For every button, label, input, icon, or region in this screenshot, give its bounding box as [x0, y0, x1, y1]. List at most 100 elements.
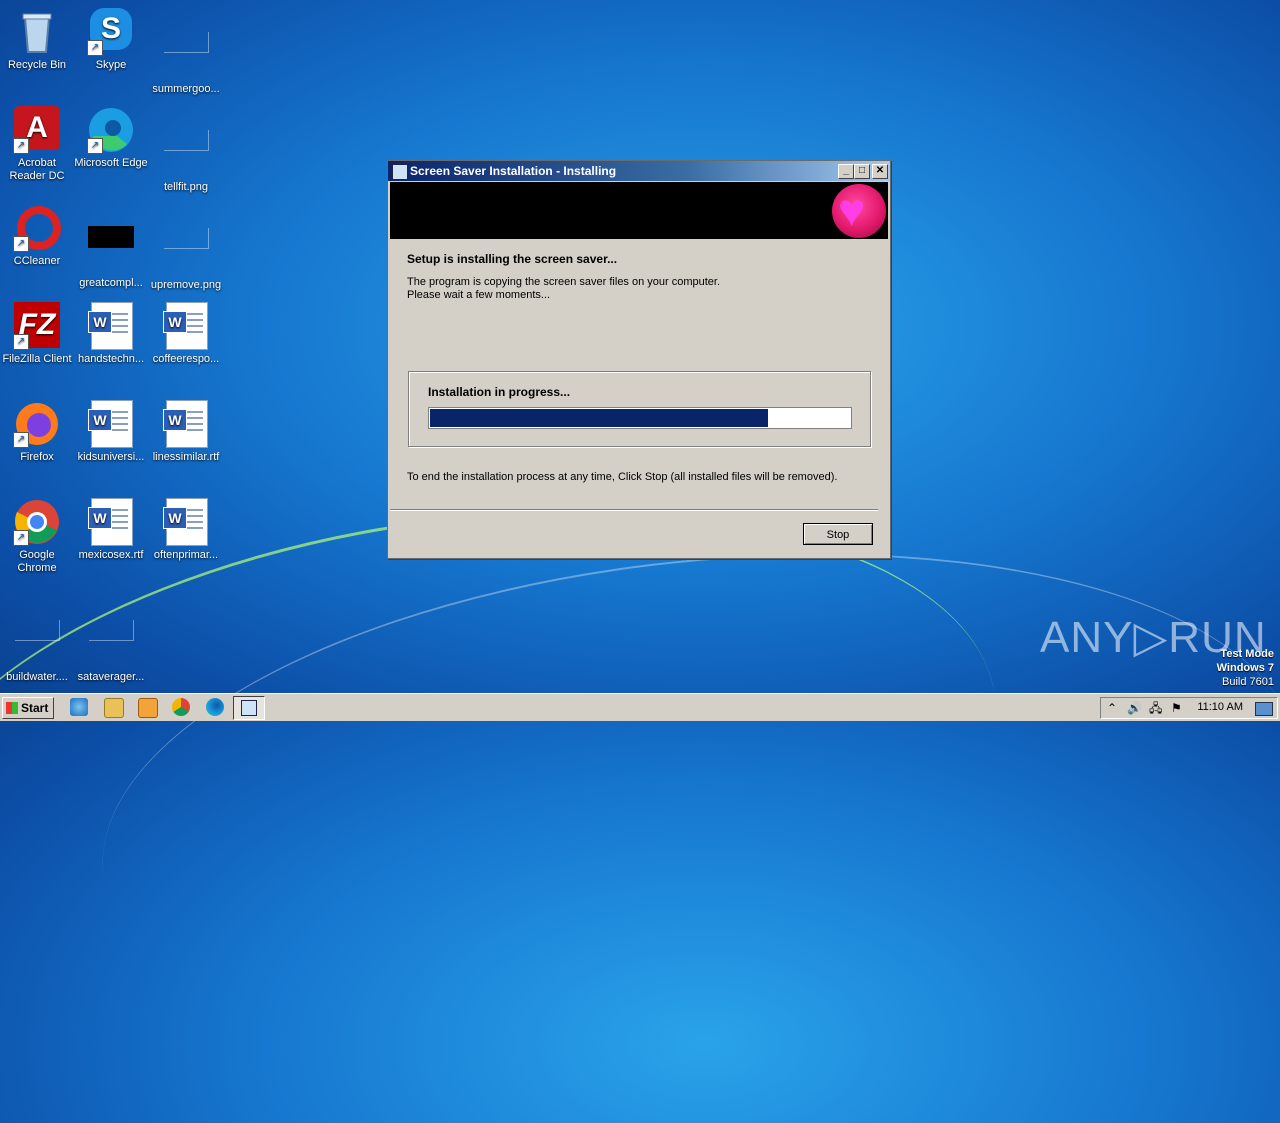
- shortcut-arrow-icon: ↗: [87, 40, 103, 56]
- desktop-icon-firefox[interactable]: ↗ Firefox: [0, 400, 74, 464]
- maximize-button[interactable]: □: [854, 164, 870, 179]
- test-mode-line: Build 7601: [1222, 676, 1274, 688]
- word-document-icon: W: [87, 400, 135, 448]
- heart-logo-icon: ♥: [832, 184, 886, 238]
- desktop-icon-label: Acrobat Reader DC: [9, 157, 65, 182]
- recycle-bin-icon: [13, 8, 61, 56]
- file-explorer-icon[interactable]: [104, 698, 124, 718]
- desktop-icon-label: mexicosex.rtf: [78, 549, 144, 561]
- dialog-heading: Setup is installing the screen saver...: [407, 252, 618, 266]
- desktop-icon-word-doc[interactable]: W handstechn...: [74, 302, 148, 366]
- acrobat-icon: A ↗: [13, 106, 61, 154]
- shortcut-arrow-icon: ↗: [13, 530, 29, 546]
- desktop-icon-label: linessimilar.rtf: [152, 451, 220, 463]
- desktop-icon-label: Firefox: [20, 451, 54, 463]
- desktop-icon-file[interactable]: sataverager...: [74, 596, 148, 684]
- desktop-icon-label: tellfit.png: [163, 181, 209, 193]
- show-hidden-icons-icon[interactable]: ⌃: [1107, 701, 1117, 715]
- minimize-button[interactable]: _: [838, 164, 854, 179]
- test-mode-line: Windows 7: [1216, 662, 1274, 674]
- internet-explorer-icon[interactable]: [70, 698, 88, 716]
- desktop-icon-word-doc[interactable]: W mexicosex.rtf: [74, 498, 148, 562]
- chrome-taskbar-icon[interactable]: [172, 698, 190, 716]
- word-document-icon: W: [162, 400, 210, 448]
- desktop-icon-file[interactable]: upremove.png: [149, 204, 223, 292]
- action-center-flag-icon[interactable]: ⚑: [1171, 701, 1182, 715]
- show-desktop-icon[interactable]: [1255, 702, 1273, 716]
- desktop-icon-label: Recycle Bin: [7, 59, 67, 71]
- test-mode-text: Test Mode Windows 7 Build 7601: [1217, 647, 1274, 689]
- desktop-icon-label: Google Chrome: [17, 549, 57, 574]
- desktop-icon-label: oftenprimar...: [153, 549, 219, 561]
- desktop-icon-file[interactable]: buildwater....: [0, 596, 74, 684]
- desktop-icon-word-doc[interactable]: W kidsuniversi...: [74, 400, 148, 464]
- stop-hint-text: To end the installation process at any t…: [407, 471, 838, 483]
- desktop-icon-label: buildwater....: [6, 671, 68, 683]
- description-line: The program is copying the screen saver …: [407, 276, 721, 288]
- volume-icon[interactable]: 🔊: [1127, 701, 1142, 715]
- stop-button[interactable]: Stop: [803, 523, 873, 545]
- progress-label: Installation in progress...: [428, 385, 571, 399]
- close-button[interactable]: ✕: [872, 164, 888, 179]
- desktop-icon-edge[interactable]: ↗ Microsoft Edge: [74, 106, 148, 170]
- firefox-icon: ↗: [13, 400, 61, 448]
- chrome-icon: ↗: [13, 498, 61, 546]
- desktop-icon-label: handstechn...: [77, 353, 145, 365]
- desktop-icon-ccleaner[interactable]: ↗ CCleaner: [0, 204, 74, 268]
- desktop-icon-label: summergoo...: [152, 83, 220, 95]
- file-icon: [87, 226, 135, 274]
- dialog-title: Screen Saver Installation - Installing: [410, 164, 617, 178]
- desktop-icon-chrome[interactable]: ↗ Google Chrome: [0, 498, 74, 575]
- progress-bar: [428, 407, 852, 429]
- network-icon[interactable]: 🖧: [1149, 701, 1162, 715]
- shortcut-arrow-icon: ↗: [13, 432, 29, 448]
- test-mode-line: Test Mode: [1220, 648, 1274, 660]
- word-document-icon: W: [162, 498, 210, 546]
- file-icon: [13, 620, 61, 668]
- desktop-icon-label: FileZilla Client: [2, 353, 72, 365]
- desktop-icon-recycle-bin[interactable]: Recycle Bin: [0, 8, 74, 72]
- skype-icon: S ↗: [87, 8, 135, 56]
- progress-fill: [430, 409, 768, 427]
- file-icon: [162, 32, 210, 80]
- filezilla-icon: FZ ↗: [13, 302, 61, 350]
- desktop-icon-word-doc[interactable]: W coffeerespo...: [149, 302, 223, 366]
- clock[interactable]: 11:10 AM: [1197, 701, 1243, 713]
- word-document-icon: W: [87, 498, 135, 546]
- system-tray: ⌃ 🔊 🖧 ⚑ 11:10 AM: [1100, 697, 1278, 719]
- media-player-icon[interactable]: [138, 698, 158, 718]
- edge-icon: ↗: [87, 106, 135, 154]
- windows-logo-icon: [6, 702, 18, 714]
- dialog-title-bar[interactable]: Screen Saver Installation - Installing _…: [388, 161, 890, 181]
- dialog-description: The program is copying the screen saver …: [407, 276, 720, 302]
- desktop-icon-label: Microsoft Edge: [74, 157, 148, 169]
- heart-icon: ♥: [838, 184, 866, 236]
- description-line: Please wait a few moments...: [407, 289, 551, 301]
- desktop-icon-label: coffeerespo...: [152, 353, 220, 365]
- desktop-icon-file[interactable]: summergoo...: [149, 8, 223, 96]
- start-label: Start: [21, 701, 49, 715]
- desktop-icon-word-doc[interactable]: W linessimilar.rtf: [149, 400, 223, 464]
- desktop-icon-file[interactable]: tellfit.png: [149, 106, 223, 194]
- ccleaner-icon: ↗: [13, 204, 61, 252]
- desktop-icon-filezilla[interactable]: FZ ↗ FileZilla Client: [0, 302, 74, 366]
- dialog-banner: ♥: [390, 182, 888, 239]
- desktop-icon-label: kidsuniversi...: [77, 451, 145, 463]
- desktop-icon-acrobat[interactable]: A ↗ Acrobat Reader DC: [0, 106, 74, 183]
- shortcut-arrow-icon: ↗: [87, 138, 103, 154]
- start-button[interactable]: Start: [2, 697, 54, 719]
- shortcut-arrow-icon: ↗: [13, 334, 29, 350]
- installer-dialog: Screen Saver Installation - Installing _…: [387, 160, 891, 559]
- shortcut-arrow-icon: ↗: [13, 138, 29, 154]
- desktop-icon-file[interactable]: greatcompl...: [74, 204, 148, 290]
- desktop-icon-skype[interactable]: S ↗ Skype: [74, 8, 148, 72]
- installer-icon: [241, 700, 257, 716]
- edge-taskbar-icon[interactable]: [206, 698, 224, 716]
- shortcut-arrow-icon: ↗: [13, 236, 29, 252]
- taskbar: Start ⌃ 🔊 🖧 ⚑ 11:10 AM: [0, 693, 1280, 721]
- desktop-icon-word-doc[interactable]: W oftenprimar...: [149, 498, 223, 562]
- divider: [390, 509, 878, 511]
- file-icon: [162, 130, 210, 178]
- taskbar-installer-button[interactable]: [233, 696, 265, 720]
- app-icon: [392, 164, 408, 180]
